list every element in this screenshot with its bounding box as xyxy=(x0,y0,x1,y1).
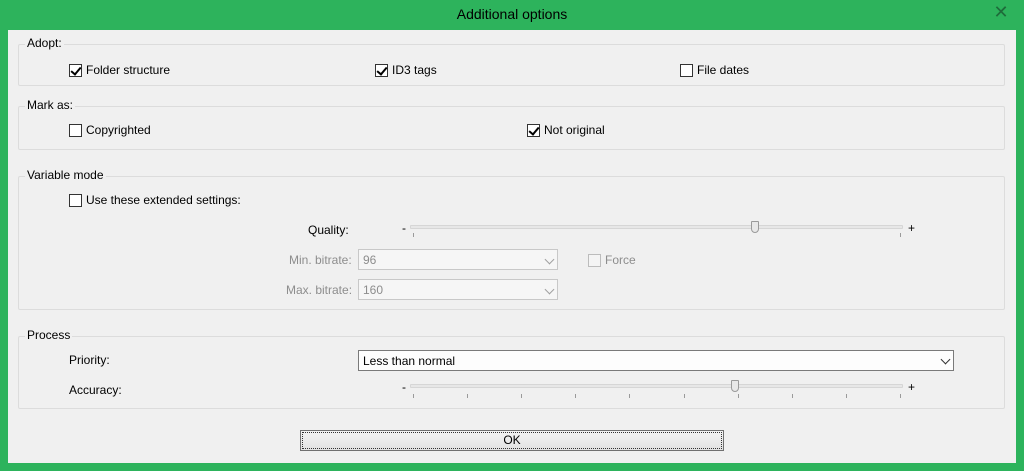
copyrighted-checkbox[interactable]: Copyrighted xyxy=(69,123,151,137)
chevron-down-icon xyxy=(544,284,555,295)
folder-structure-checkbox[interactable]: Folder structure xyxy=(69,63,170,77)
accuracy-plus: + xyxy=(908,380,916,394)
accuracy-minus: - xyxy=(402,380,406,394)
accuracy-slider-track[interactable] xyxy=(410,384,903,388)
use-extended-settings-label: Use these extended settings: xyxy=(86,193,241,207)
quality-plus: + xyxy=(908,221,916,235)
file-dates-checkbox[interactable]: File dates xyxy=(680,63,749,77)
mark-as-legend: Mark as: xyxy=(25,98,76,112)
quality-tick-max xyxy=(900,233,901,237)
accuracy-tick xyxy=(683,394,685,398)
checkmark-icon[interactable] xyxy=(69,193,82,207)
process-legend: Process xyxy=(25,328,73,342)
priority-dropdown[interactable]: Less than normal xyxy=(358,350,954,371)
quality-label: Quality: xyxy=(308,223,349,237)
variable-mode-legend: Variable mode xyxy=(25,168,106,182)
priority-label: Priority: xyxy=(69,353,110,367)
max-bitrate-dropdown[interactable]: 160 xyxy=(358,279,558,300)
process-group: Process xyxy=(18,328,1005,409)
priority-value: Less than normal xyxy=(363,354,456,368)
accuracy-tick xyxy=(737,394,739,398)
accuracy-tick xyxy=(791,394,793,398)
min-bitrate-value: 96 xyxy=(363,253,377,267)
force-checkbox[interactable]: Force xyxy=(588,253,636,267)
min-bitrate-dropdown[interactable]: 96 xyxy=(358,249,558,270)
accuracy-label: Accuracy: xyxy=(69,383,122,397)
not-original-checkbox[interactable]: Not original xyxy=(527,123,605,137)
id3-tags-label: ID3 tags xyxy=(392,63,437,77)
max-bitrate-value: 160 xyxy=(363,283,384,297)
quality-slider-thumb[interactable] xyxy=(751,221,760,233)
accuracy-tick xyxy=(900,394,901,398)
force-label: Force xyxy=(605,253,636,267)
accuracy-tick xyxy=(413,394,414,398)
checkmark-icon[interactable] xyxy=(588,253,601,267)
quality-tick-min xyxy=(413,233,414,237)
min-bitrate-label: Min. bitrate: xyxy=(289,253,352,267)
chevron-down-icon xyxy=(940,354,951,365)
folder-structure-label: Folder structure xyxy=(86,63,171,77)
window-title: Additional options xyxy=(456,6,568,22)
copyrighted-label: Copyrighted xyxy=(86,123,151,137)
dialog-body: Adopt: Folder structure ID3 tags File da… xyxy=(8,30,1016,463)
checkmark-icon[interactable] xyxy=(375,63,388,77)
chevron-down-icon xyxy=(544,254,555,265)
checkmark-icon[interactable] xyxy=(69,123,82,137)
max-bitrate-label: Max. bitrate: xyxy=(286,283,353,297)
accuracy-tick xyxy=(629,394,631,398)
accuracy-tick xyxy=(575,394,577,398)
accuracy-tick xyxy=(467,394,469,398)
accuracy-tick xyxy=(521,394,523,398)
use-extended-settings-checkbox[interactable]: Use these extended settings: xyxy=(69,193,241,207)
mark-as-group: Mark as: xyxy=(18,98,1005,150)
accuracy-slider-thumb[interactable] xyxy=(731,380,740,392)
quality-slider-track[interactable] xyxy=(410,225,903,229)
id3-tags-checkbox[interactable]: ID3 tags xyxy=(375,63,437,77)
checkmark-icon[interactable] xyxy=(680,63,693,77)
quality-minus: - xyxy=(402,221,406,235)
checkmark-icon[interactable] xyxy=(69,63,82,77)
checkmark-icon[interactable] xyxy=(527,123,540,137)
close-icon[interactable]: ✕ xyxy=(986,3,1016,23)
adopt-legend: Adopt: xyxy=(25,36,64,50)
ok-button[interactable]: OK xyxy=(300,430,724,451)
accuracy-tick xyxy=(845,394,847,398)
file-dates-label: File dates xyxy=(697,63,750,77)
not-original-label: Not original xyxy=(544,123,605,137)
title-bar: Additional options ✕ xyxy=(0,0,1024,30)
